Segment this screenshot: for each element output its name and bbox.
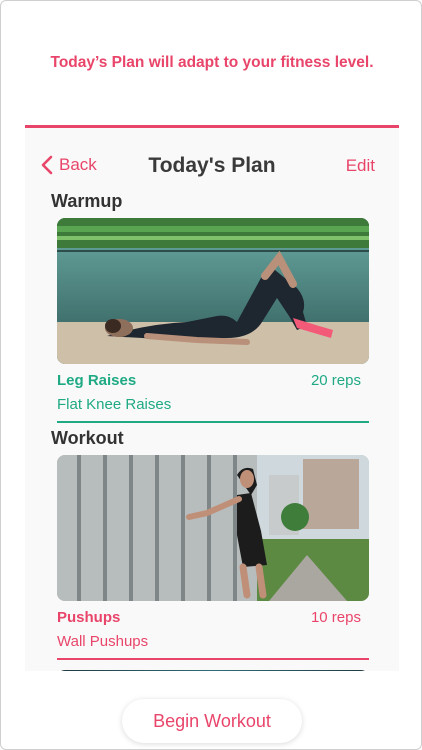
exercise-name: Pushups: [57, 609, 121, 626]
edit-button[interactable]: Edit: [346, 156, 375, 176]
exercise-card-warmup[interactable]: Leg Raises 20 reps Flat Knee Raises: [57, 218, 369, 423]
exercise-photo-leg-raises: [57, 218, 369, 364]
exercise-card-workout[interactable]: Pushups 10 reps Wall Pushups: [57, 455, 369, 660]
section-divider: [57, 658, 369, 660]
next-exercise-card-peek[interactable]: [57, 670, 369, 671]
exercise-reps: 10 reps: [310, 609, 361, 626]
exercise-name: Leg Raises: [57, 372, 137, 389]
section-title-workout: Workout: [51, 428, 124, 448]
exercise-reps: 20 reps: [310, 372, 361, 389]
page-title: Today's Plan: [148, 154, 276, 177]
section-divider: [57, 421, 369, 423]
navigation-bar: Back Today's Plan Edit: [25, 128, 399, 177]
exercise-variant: Flat Knee Raises: [57, 396, 172, 413]
promo-caption: Today’s Plan will adapt to your fitness …: [50, 54, 374, 71]
exercise-variant: Wall Pushups: [57, 633, 149, 650]
section-title-warmup: Warmup: [51, 191, 123, 211]
app-screen: Today’s Plan will adapt to your fitness …: [0, 0, 422, 750]
exercise-photo-pushups: [57, 455, 369, 601]
todays-plan-panel: Back Today's Plan Edit Warmup Leg Raises…: [25, 125, 399, 671]
begin-workout-button[interactable]: Begin Workout: [122, 699, 302, 743]
